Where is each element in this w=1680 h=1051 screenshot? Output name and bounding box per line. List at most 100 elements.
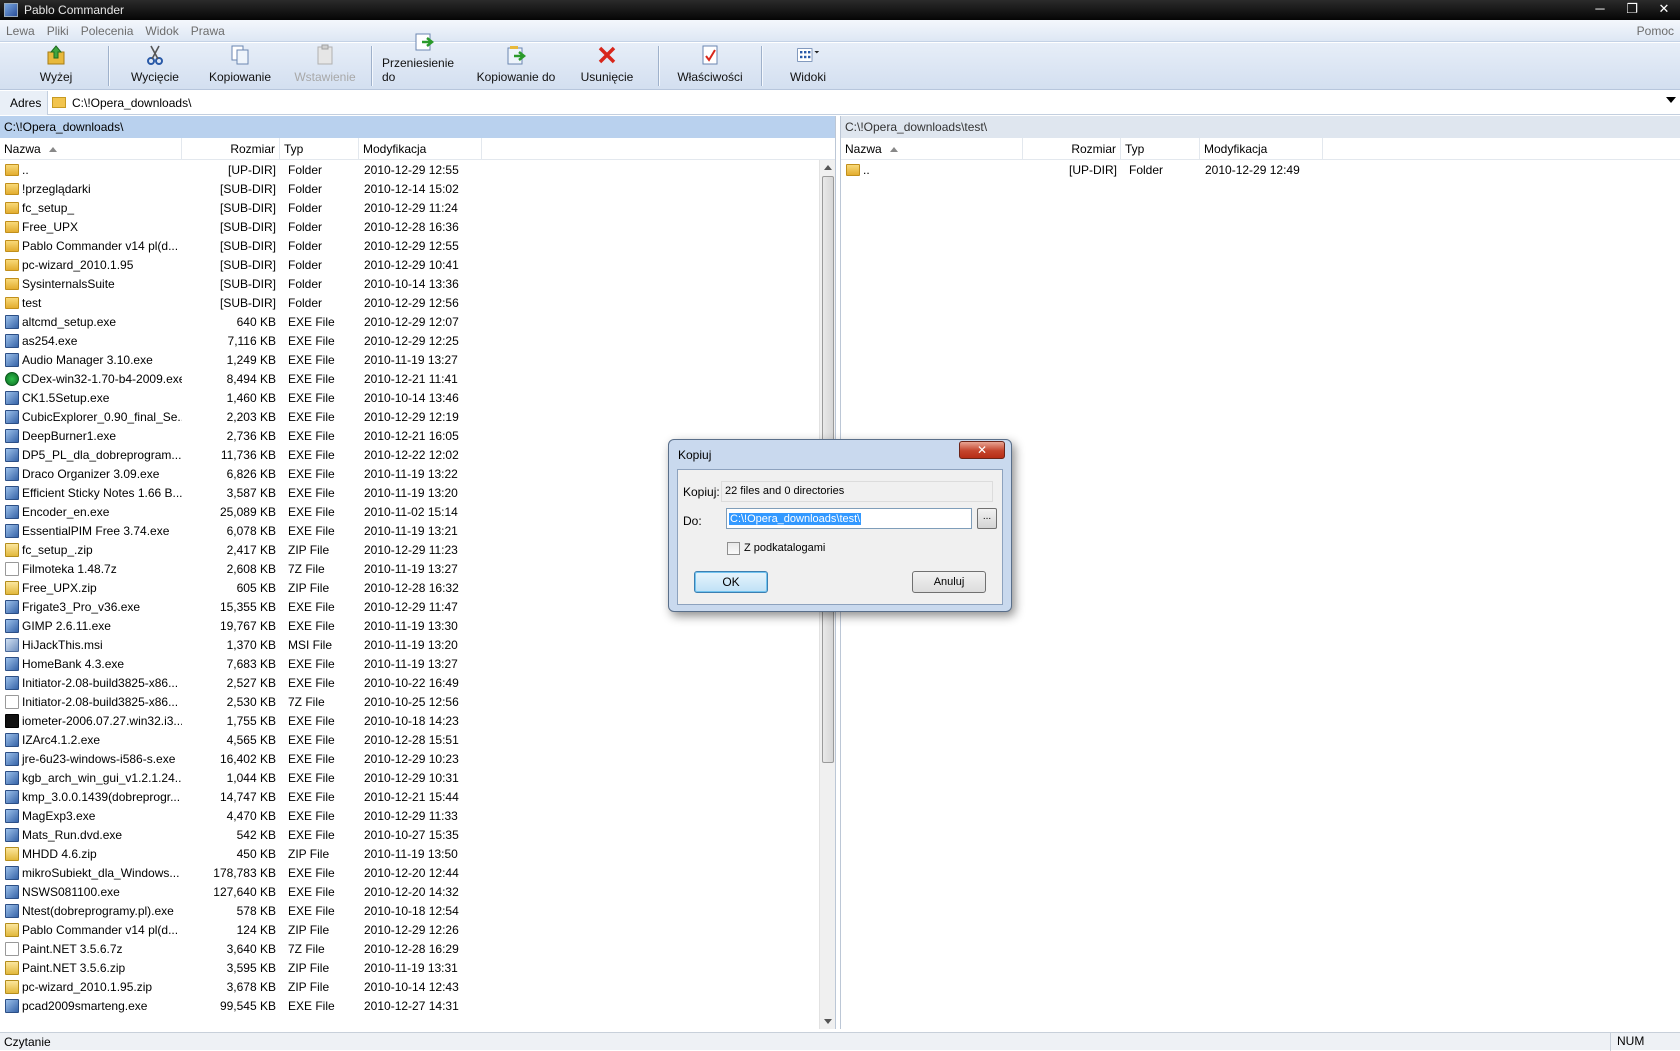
file-type: MSI File [288,637,333,652]
menu-widok[interactable]: Widok [139,24,184,38]
minimize-button[interactable]: ─ [1584,0,1616,20]
file-row[interactable]: .. [UP-DIR] Folder 2010-12-29 12:49 [841,160,1680,179]
file-modified: 2010-12-28 16:36 [364,219,459,234]
subdirectories-checkbox[interactable] [727,542,740,555]
file-modified: 2010-11-02 15:14 [364,504,458,519]
address-input[interactable]: C:\!Opera_downloads\ [72,96,191,110]
folder-icon [52,97,66,108]
address-dropdown-arrow-icon[interactable] [1666,97,1676,103]
file-row[interactable]: fc_setup_ [SUB-DIR] Folder 2010-12-29 11:24 [0,198,835,217]
file-name: Filmoteka 1.48.7z [22,561,117,576]
file-icon [5,580,19,595]
column-modified-header[interactable]: Modyfikacja [1200,137,1323,160]
file-row[interactable]: HiJackThis.msi 1,370 KB MSI File 2010-11-19… [0,635,835,654]
column-name-header[interactable]: Nazwa [841,137,1023,160]
file-row[interactable]: Paint.NET 3.5.6.zip 3,595 KB ZIP File 2010-… [0,958,835,977]
scroll-up-arrow-icon[interactable] [824,165,832,170]
file-row[interactable]: HomeBank 4.3.exe 7,683 KB EXE File 2010-11-… [0,654,835,673]
file-name-cell: Free_UPX [0,220,182,234]
browse-button[interactable]: ... [977,508,997,529]
scissors-icon [143,44,167,66]
file-row[interactable]: mikroSubiekt_dla_Windows... 178,783 KB EXE… [0,863,835,882]
file-row[interactable]: altcmd_setup.exe 640 KB EXE File 2010-12-29… [0,312,835,331]
file-name-cell: test [0,296,182,310]
menu-lewa[interactable]: Lewa [0,24,41,38]
file-modified: 2010-10-18 12:54 [364,903,459,918]
file-row[interactable]: CubicExplorer_0.90_final_Se... 2,203 KB EX… [0,407,835,426]
file-row[interactable]: kgb_arch_win_gui_v1.2.1.24... 1,044 KB EXE… [0,768,835,787]
close-window-button[interactable]: ✕ [1648,0,1680,20]
column-type-header[interactable]: Typ [1121,137,1200,160]
file-name: altcmd_setup.exe [22,314,117,329]
file-icon [5,390,19,405]
scroll-down-arrow-icon[interactable] [824,1019,832,1024]
ok-button[interactable]: OK [694,571,768,593]
cancel-button[interactable]: Anuluj [912,571,986,593]
file-row[interactable]: !przeglądarki [SUB-DIR] Folder 2010-12-14 1… [0,179,835,198]
delete-button[interactable]: Usunięcie [562,43,652,89]
file-row[interactable]: pc-wizard_2010.1.95 [SUB-DIR] Folder 2010-1… [0,255,835,274]
file-type: EXE File [288,447,335,462]
file-row[interactable]: kmp_3.0.0.1439(dobreprogr... 14,747 KB EXE… [0,787,835,806]
copy-button[interactable]: Kopiowanie [195,43,285,89]
cut-button[interactable]: Wycięcie [115,43,195,89]
restore-button[interactable]: ❐ [1616,0,1648,20]
column-size-header[interactable]: Rozmiar [1023,137,1121,160]
file-row[interactable]: Pablo Commander v14 pl(d... [SUB-DIR] Fold… [0,236,835,255]
file-name-cell: Initiator-2.08-build3825-x86... [0,675,182,690]
copy-to-button[interactable]: Kopiowanie do [470,43,562,89]
file-row[interactable]: Ntest(dobreprogramy.pl).exe 578 KB EXE Fil… [0,901,835,920]
file-row[interactable]: MagExp3.exe 4,470 KB EXE File 2010-12-29 11… [0,806,835,825]
file-type: EXE File [288,352,335,367]
file-row[interactable]: GIMP 2.6.11.exe 19,767 KB EXE File 2010-11-… [0,616,835,635]
file-icon [5,523,19,538]
properties-button[interactable]: Właściwości [665,43,755,89]
menu-pomoc[interactable]: Pomoc [1637,24,1674,38]
file-name: .. [22,162,29,177]
file-row[interactable]: iometer-2006.07.27.win32.i3... 1,755 KB EX… [0,711,835,730]
file-row[interactable]: Paint.NET 3.5.6.7z 3,640 KB 7Z File 2010-12… [0,939,835,958]
dialog-close-button[interactable]: ✕ [959,441,1005,459]
menu-prawa[interactable]: Prawa [185,24,231,38]
file-row[interactable]: Mats_Run.dvd.exe 542 KB EXE File 2010-10-27… [0,825,835,844]
move-to-button[interactable]: Przeniesienie do [378,33,470,89]
file-row[interactable]: Audio Manager 3.10.exe 1,249 KB EXE File 20… [0,350,835,369]
file-row[interactable]: pcad2009smarteng.exe 99,545 KB EXE File 201… [0,996,835,1015]
file-row[interactable]: pc-wizard_2010.1.95.zip 3,678 KB ZIP File 2… [0,977,835,996]
column-modified-header[interactable]: Modyfikacja [359,137,482,160]
paste-button[interactable]: Wstawienie [285,43,365,89]
file-row[interactable]: Pablo Commander v14 pl(d... 124 KB ZIP Fil… [0,920,835,939]
file-row[interactable]: CK1.5Setup.exe 1,460 KB EXE File 2010-10-14… [0,388,835,407]
file-row[interactable]: Initiator-2.08-build3825-x86... 2,530 KB 7… [0,692,835,711]
file-name-cell: .. [0,163,182,177]
column-name-header[interactable]: Nazwa [0,137,182,160]
file-row[interactable]: as254.exe 7,116 KB EXE File 2010-12-29 12:2… [0,331,835,350]
views-button[interactable]: Widoki [768,43,848,89]
file-row[interactable]: jre-6u23-windows-i586-s.exe 16,402 KB EXE … [0,749,835,768]
column-type-header[interactable]: Typ [280,137,359,160]
file-modified: 2010-11-19 13:31 [364,960,458,975]
menu-polecenia[interactable]: Polecenia [75,24,140,38]
file-icon [5,751,19,766]
file-modified: 2010-11-19 13:50 [364,846,458,861]
subdirectories-label[interactable]: Z podkatalogami [744,542,825,554]
up-button[interactable]: Wyżej [10,43,102,89]
file-row[interactable]: IZArc4.1.2.exe 4,565 KB EXE File 2010-12-28… [0,730,835,749]
column-size-header[interactable]: Rozmiar [182,137,280,160]
file-row[interactable]: .. [UP-DIR] Folder 2010-12-29 12:55 [0,160,835,179]
file-row[interactable]: MHDD 4.6.zip 450 KB ZIP File 2010-11-19 13:… [0,844,835,863]
file-row[interactable]: test [SUB-DIR] Folder 2010-12-29 12:56 [0,293,835,312]
file-row[interactable]: CDex-win32-1.70-b4-2009.exe 8,494 KB EXE F… [0,369,835,388]
file-modified: 2010-11-19 13:27 [364,352,458,367]
destination-label: Do: [683,514,702,528]
file-modified: 2010-12-14 15:02 [364,181,459,196]
file-row[interactable]: NSWS081100.exe 127,640 KB EXE File 2010-12-… [0,882,835,901]
file-row[interactable]: Free_UPX [SUB-DIR] Folder 2010-12-28 16:36 [0,217,835,236]
file-row[interactable]: SysinternalsSuite [SUB-DIR] Folder 2010-10-… [0,274,835,293]
file-name-cell: DP5_PL_dla_dobreprogram... [0,447,182,462]
destination-input[interactable]: C:\!Opera_downloads\test\ [726,508,972,529]
menu-pliki[interactable]: Pliki [41,24,75,38]
file-type: Folder [288,295,323,310]
file-icon [5,637,19,652]
file-row[interactable]: Initiator-2.08-build3825-x86... 2,527 KB E… [0,673,835,692]
